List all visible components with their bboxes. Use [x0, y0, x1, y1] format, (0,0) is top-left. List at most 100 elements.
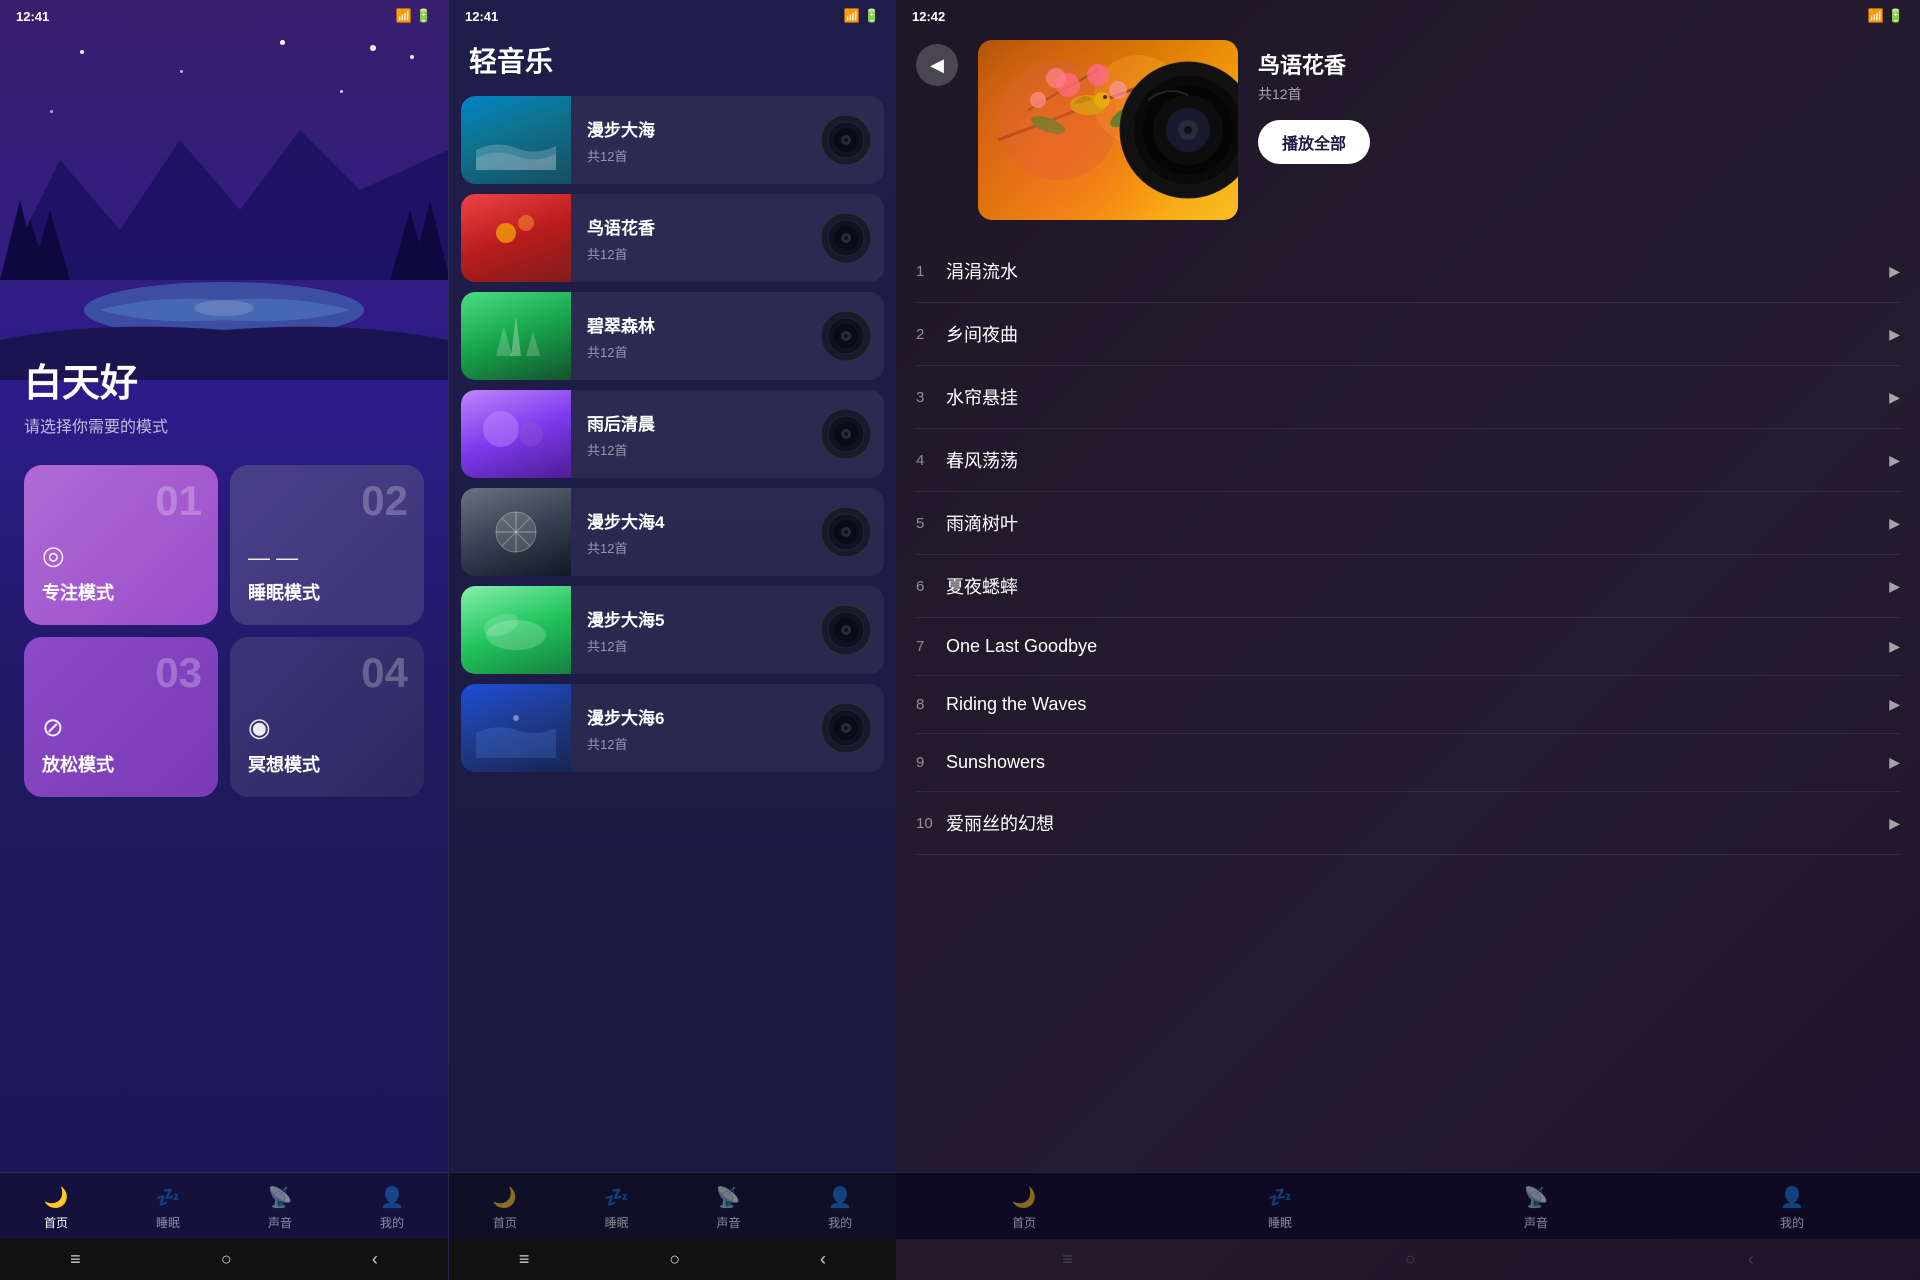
- nav-sound-p3[interactable]: 📡 声音: [1524, 1185, 1549, 1231]
- track-item-6[interactable]: 6 夏夜蟋蟀 ▶: [916, 555, 1900, 618]
- track-item-1[interactable]: 1 涓涓流水 ▶: [916, 240, 1900, 303]
- nav-profile-p3[interactable]: 👤 我的: [1780, 1185, 1805, 1231]
- thumb-ocean: [461, 96, 571, 184]
- nav-home-p3[interactable]: 🌙 首页: [1012, 1185, 1037, 1231]
- home-content: 白天好 请选择你需要的模式 01 ◎ 专注模式 02 — — 睡眠模式 03 ⊘…: [0, 352, 448, 1172]
- track-play-7[interactable]: ▶: [1889, 638, 1900, 655]
- track-item-9[interactable]: 9 Sunshowers ▶: [916, 734, 1900, 792]
- music-item-rain[interactable]: 雨后清晨 共12首: [461, 390, 884, 478]
- track-play-9[interactable]: ▶: [1889, 754, 1900, 771]
- track-play-5[interactable]: ▶: [1889, 515, 1900, 532]
- panel-album-detail: 12:42 📶 🔋 ◀: [896, 0, 1920, 1280]
- nav-sleep-label-p1: 睡眠: [156, 1214, 180, 1231]
- track-item-3[interactable]: 3 水帘悬挂 ▶: [916, 366, 1900, 429]
- track-play-3[interactable]: ▶: [1889, 389, 1900, 406]
- panel-music-list: 12:41 📶 🔋 轻音乐 漫步大海 共12首 鸟语: [448, 0, 896, 1280]
- back-btn-p2[interactable]: ‹: [820, 1249, 826, 1270]
- menu-btn-p1[interactable]: ≡: [70, 1249, 81, 1270]
- music-name-bird: 鸟语花香: [587, 214, 804, 239]
- nav-sleep-label-p3: 睡眠: [1268, 1214, 1292, 1231]
- track-play-4[interactable]: ▶: [1889, 452, 1900, 469]
- nav-home-p1[interactable]: 🌙 首页: [44, 1185, 69, 1231]
- nav-sound-label-p3: 声音: [1524, 1214, 1548, 1231]
- track-num-10: 10: [916, 815, 946, 832]
- track-num-3: 3: [916, 389, 946, 406]
- track-name-4: 春风荡荡: [946, 447, 1889, 473]
- music-name-darkwater: 漫步大海6: [587, 704, 804, 729]
- nav-home-p2[interactable]: 🌙 首页: [492, 1185, 517, 1231]
- nav-sound-p1[interactable]: 📡 声音: [268, 1185, 293, 1231]
- profile-nav-icon: 👤: [380, 1185, 405, 1210]
- music-info-rain: 雨后清晨 共12首: [571, 410, 820, 459]
- track-play-10[interactable]: ▶: [1889, 815, 1900, 832]
- mode-card-meditation[interactable]: 04 ◉ 冥想模式: [230, 637, 424, 797]
- track-item-5[interactable]: 5 雨滴树叶 ▶: [916, 492, 1900, 555]
- music-info-dandelion: 漫步大海4 共12首: [571, 508, 820, 557]
- nav-profile-p2[interactable]: 👤 我的: [828, 1185, 853, 1231]
- vinyl-darkwater: [820, 702, 872, 754]
- music-info-forest: 碧翠森林 共12首: [571, 312, 820, 361]
- greeting-title: 白天好: [24, 352, 424, 407]
- time-panel2: 12:41: [465, 9, 498, 24]
- track-item-10[interactable]: 10 爱丽丝的幻想 ▶: [916, 792, 1900, 855]
- mode-card-sleep[interactable]: 02 — — 睡眠模式: [230, 465, 424, 625]
- focus-icon: ◎: [42, 540, 200, 571]
- nav-sleep-p1[interactable]: 💤 睡眠: [156, 1185, 181, 1231]
- music-info-greenleaf: 漫步大海5 共12首: [571, 606, 820, 655]
- nav-sleep-p3[interactable]: 💤 睡眠: [1268, 1185, 1293, 1231]
- greeting-subtitle: 请选择你需要的模式: [24, 413, 424, 437]
- track-name-5: 雨滴树叶: [946, 510, 1889, 536]
- track-name-3: 水帘悬挂: [946, 384, 1889, 410]
- nav-sleep-p2[interactable]: 💤 睡眠: [604, 1185, 629, 1231]
- mode-label-meditation: 冥想模式: [248, 751, 406, 777]
- track-play-8[interactable]: ▶: [1889, 696, 1900, 713]
- home-btn-p2[interactable]: ○: [669, 1249, 680, 1270]
- track-item-2[interactable]: 2 乡间夜曲 ▶: [916, 303, 1900, 366]
- nav-home-label-p2: 首页: [493, 1214, 517, 1231]
- nav-profile-p1[interactable]: 👤 我的: [380, 1185, 405, 1231]
- home-btn-p1[interactable]: ○: [221, 1249, 232, 1270]
- track-item-4[interactable]: 4 春风荡荡 ▶: [916, 429, 1900, 492]
- track-play-6[interactable]: ▶: [1889, 578, 1900, 595]
- track-item-7[interactable]: 7 One Last Goodbye ▶: [916, 618, 1900, 676]
- track-name-6: 夏夜蟋蟀: [946, 573, 1889, 599]
- music-item-darkwater[interactable]: 漫步大海6 共12首: [461, 684, 884, 772]
- album-header: ◀: [896, 32, 1920, 240]
- music-item-bird[interactable]: 鸟语花香 共12首: [461, 194, 884, 282]
- track-item-8[interactable]: 8 Riding the Waves ▶: [916, 676, 1900, 734]
- mode-card-relax[interactable]: 03 ⊘ 放松模式: [24, 637, 218, 797]
- music-name-greenleaf: 漫步大海5: [587, 606, 804, 631]
- vinyl-greenleaf: [820, 604, 872, 656]
- track-num-5: 5: [916, 515, 946, 532]
- vinyl-forest: [820, 310, 872, 362]
- nav-sleep-label-p2: 睡眠: [605, 1214, 629, 1231]
- music-item-ocean[interactable]: 漫步大海 共12首: [461, 96, 884, 184]
- back-btn-p1[interactable]: ‹: [372, 1249, 378, 1270]
- bottom-nav-panel1: 🌙 首页 💤 睡眠 📡 声音 👤 我的: [0, 1172, 448, 1239]
- album-count: 共12首: [1258, 84, 1900, 104]
- mode-label-relax: 放松模式: [42, 751, 200, 777]
- nav-sound-p2[interactable]: 📡 声音: [716, 1185, 741, 1231]
- mode-card-focus[interactable]: 01 ◎ 专注模式: [24, 465, 218, 625]
- music-count-rain: 共12首: [587, 440, 804, 459]
- track-play-2[interactable]: ▶: [1889, 326, 1900, 343]
- nav-home-label-p3: 首页: [1012, 1214, 1036, 1231]
- track-list: 1 涓涓流水 ▶ 2 乡间夜曲 ▶ 3 水帘悬挂 ▶ 4 春风荡荡 ▶ 5 雨滴…: [896, 240, 1920, 1172]
- nav-home-label-p1: 首页: [44, 1214, 68, 1231]
- music-item-dandelion[interactable]: 漫步大海4 共12首: [461, 488, 884, 576]
- meditation-icon: ◉: [248, 712, 406, 743]
- music-info-bird: 鸟语花香 共12首: [571, 214, 820, 263]
- music-item-greenleaf[interactable]: 漫步大海5 共12首: [461, 586, 884, 674]
- mountain-svg: [0, 80, 448, 380]
- track-play-1[interactable]: ▶: [1889, 263, 1900, 280]
- nav-sound-label-p1: 声音: [268, 1214, 292, 1231]
- menu-btn-p2[interactable]: ≡: [519, 1249, 530, 1270]
- back-button[interactable]: ◀: [916, 44, 958, 86]
- track-name-1: 涓涓流水: [946, 258, 1889, 284]
- mode-grid: 01 ◎ 专注模式 02 — — 睡眠模式 03 ⊘ 放松模式 04 ◉ 冥想模…: [24, 465, 424, 797]
- track-num-9: 9: [916, 754, 946, 771]
- mode-number-4: 04: [361, 649, 408, 697]
- status-icons-panel1: 📶 🔋: [396, 8, 432, 24]
- play-all-button[interactable]: 播放全部: [1258, 120, 1370, 164]
- music-item-forest[interactable]: 碧翠森林 共12首: [461, 292, 884, 380]
